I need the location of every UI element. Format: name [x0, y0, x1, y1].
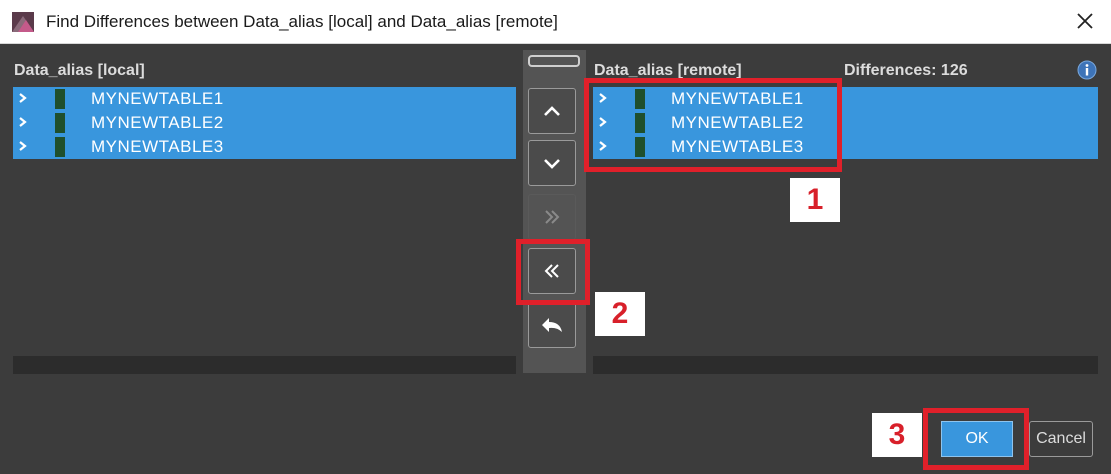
local-horizontal-scrollbar[interactable] — [13, 356, 516, 374]
cancel-button[interactable]: Cancel — [1029, 421, 1093, 457]
chevron-down-icon — [544, 159, 560, 169]
table-marker — [635, 89, 645, 109]
center-toolbar — [523, 50, 586, 373]
list-item[interactable]: MYNEWTABLE2 — [593, 111, 1098, 135]
chevron-right-icon[interactable] — [17, 115, 29, 129]
chevron-right-icon[interactable] — [597, 139, 609, 153]
table-name: MYNEWTABLE1 — [671, 89, 804, 108]
table-marker — [635, 137, 645, 157]
table-name: MYNEWTABLE2 — [91, 113, 224, 132]
table-marker — [55, 89, 65, 109]
table-marker — [635, 113, 645, 133]
close-icon[interactable] — [1073, 9, 1097, 33]
copy-to-local-button[interactable] — [528, 248, 576, 294]
title-bar: Find Differences between Data_alias [loc… — [0, 0, 1111, 44]
chevron-right-icon[interactable] — [17, 139, 29, 153]
chevron-up-icon — [544, 106, 560, 116]
move-down-button[interactable] — [528, 140, 576, 186]
list-item[interactable]: MYNEWTABLE1 — [13, 87, 516, 111]
remote-panel-header: Data_alias [remote] — [594, 62, 742, 79]
remote-table-list[interactable]: MYNEWTABLE1 MYNEWTABLE2 MYNEWTABLE3 — [593, 87, 1098, 357]
step-badge-3: 3 — [872, 413, 922, 457]
chevron-right-icon[interactable] — [17, 91, 29, 105]
local-table-list[interactable]: MYNEWTABLE1 MYNEWTABLE2 MYNEWTABLE3 — [13, 87, 516, 357]
remote-horizontal-scrollbar[interactable] — [593, 356, 1098, 374]
chevron-right-icon[interactable] — [597, 115, 609, 129]
list-item[interactable]: MYNEWTABLE3 — [593, 135, 1098, 159]
table-marker — [55, 113, 65, 133]
app-logo-icon — [12, 12, 34, 32]
window-title: Find Differences between Data_alias [loc… — [46, 12, 558, 31]
table-name: MYNEWTABLE3 — [671, 137, 804, 156]
undo-button[interactable] — [528, 302, 576, 348]
local-panel-header: Data_alias [local] — [14, 62, 145, 79]
step-badge-1: 1 — [790, 178, 840, 222]
double-chevron-left-icon — [544, 264, 559, 278]
move-up-button[interactable] — [528, 88, 576, 134]
table-marker — [55, 137, 65, 157]
step-badge-2: 2 — [595, 292, 645, 336]
table-name: MYNEWTABLE2 — [671, 113, 804, 132]
list-item[interactable]: MYNEWTABLE3 — [13, 135, 516, 159]
toolbar-grip[interactable] — [528, 55, 580, 67]
double-chevron-right-icon — [545, 210, 560, 224]
copy-to-remote-button[interactable] — [528, 194, 576, 240]
info-icon[interactable] — [1077, 60, 1097, 80]
chevron-right-icon[interactable] — [597, 91, 609, 105]
differences-count: Differences: 126 — [844, 62, 968, 79]
table-name: MYNEWTABLE3 — [91, 137, 224, 156]
ok-button[interactable]: OK — [941, 421, 1013, 457]
undo-arrow-icon — [542, 318, 562, 332]
table-name: MYNEWTABLE1 — [91, 89, 224, 108]
list-item[interactable]: MYNEWTABLE2 — [13, 111, 516, 135]
list-item[interactable]: MYNEWTABLE1 — [593, 87, 1098, 111]
